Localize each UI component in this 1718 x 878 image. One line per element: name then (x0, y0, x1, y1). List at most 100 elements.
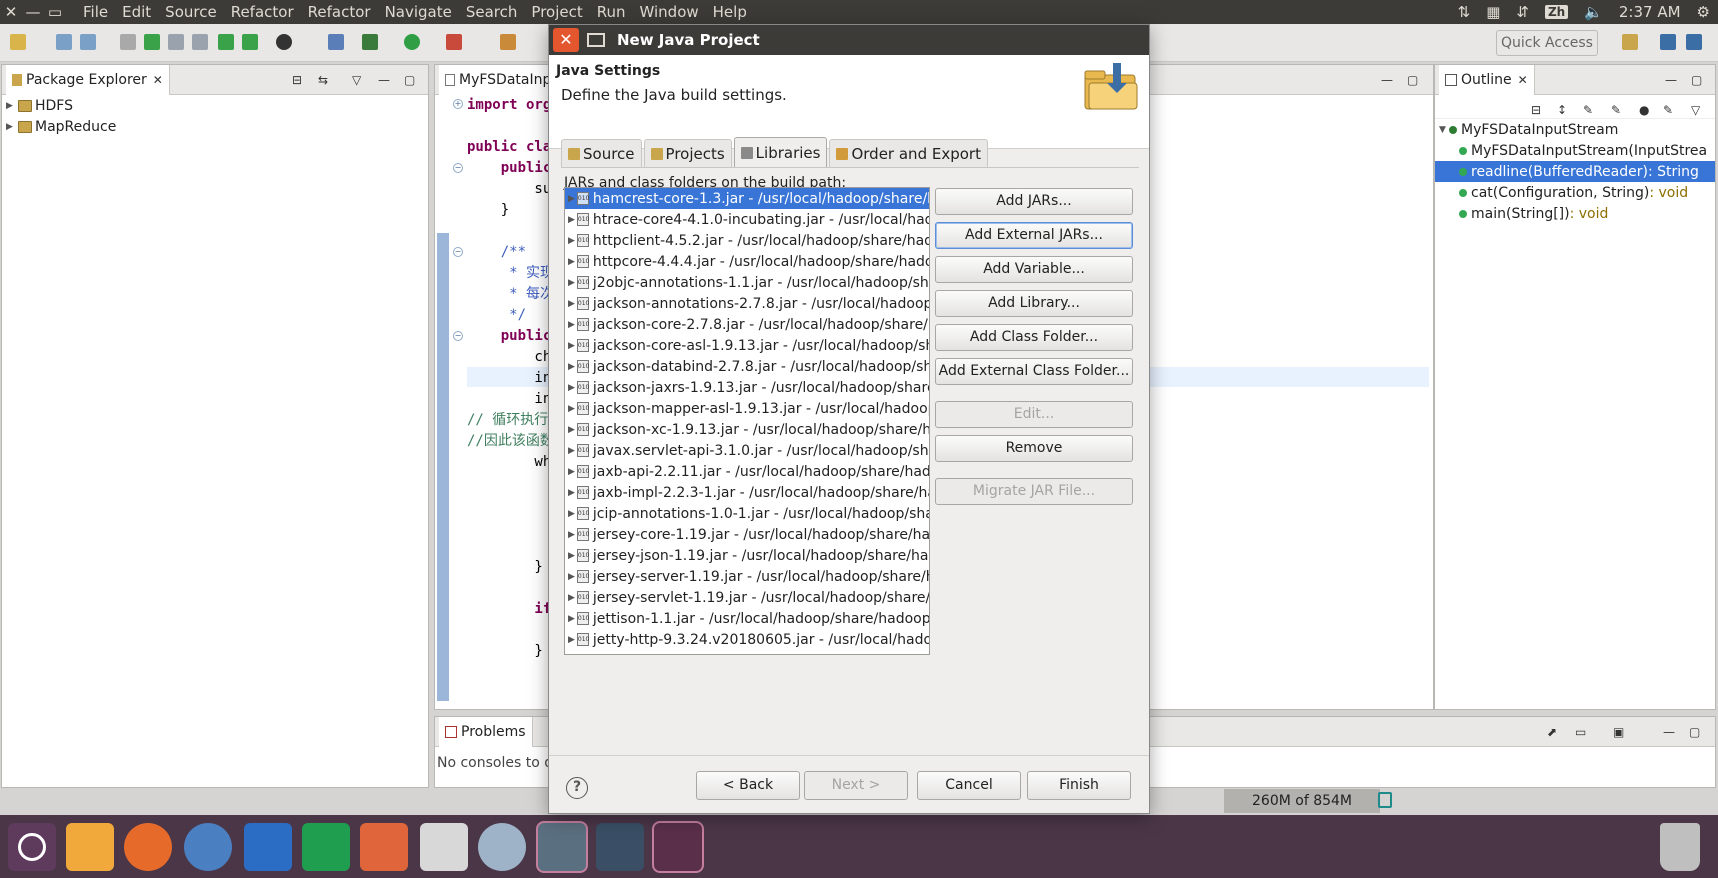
transfer-icon[interactable]: ⇅ (1458, 3, 1471, 21)
jar-row[interactable]: ▶ 010 jaxb-api-2.2.11.jar - /usr/local/had… (565, 461, 929, 482)
expand-icon[interactable]: ▶ (568, 299, 575, 309)
network-icon[interactable]: ⇵ (1516, 3, 1529, 21)
maximize-window-icon[interactable]: ▭ (44, 3, 66, 21)
remove-button[interactable]: Remove (935, 435, 1133, 462)
cancel-button[interactable]: Cancel (917, 771, 1021, 800)
open-perspective-icon[interactable] (1622, 34, 1638, 50)
close-window-icon[interactable]: ✕ (0, 3, 22, 21)
maximize-icon[interactable]: ▢ (1407, 73, 1418, 87)
ubuntu-icon[interactable] (8, 823, 56, 871)
tasks-icon[interactable] (144, 34, 160, 50)
menu-navigate[interactable]: Navigate (378, 3, 459, 21)
close-icon[interactable]: ✕ (553, 28, 579, 52)
firefox-icon[interactable] (124, 823, 172, 871)
jar-row[interactable]: ▶ 010 javax.servlet-api-3.1.0.jar - /usr/l… (565, 440, 929, 461)
fold-icon[interactable]: − (453, 163, 463, 173)
expand-icon[interactable]: ▶ (568, 551, 575, 561)
outline-member-row[interactable]: MyFSDataInputStream(InputStrea (1435, 140, 1715, 161)
hide-static-icon[interactable]: ✎ (1611, 103, 1621, 117)
minimize-icon[interactable]: — (1381, 73, 1393, 87)
pin-console-icon[interactable]: ⬈ (1547, 725, 1557, 739)
jar-row[interactable]: ▶ 010 httpcore-4.4.4.jar - /usr/local/hado… (565, 251, 929, 272)
expand-icon[interactable]: ▶ (568, 404, 575, 414)
expand-icon[interactable]: ▶ (568, 446, 575, 456)
open-console-icon[interactable]: ▣ (1613, 725, 1624, 739)
expand-icon[interactable]: ▶ (6, 122, 16, 132)
next-button[interactable]: Next > (804, 771, 908, 800)
jar-row[interactable]: ▶ 010 jackson-core-asl-1.9.13.jar - /usr/l… (565, 335, 929, 356)
menu-run[interactable]: Run (590, 3, 633, 21)
tab-outline[interactable]: Outline ✕ (1439, 64, 1535, 95)
expand-icon[interactable]: ▶ (568, 236, 575, 246)
outline-member-row[interactable]: cat(Configuration, String) : void (1435, 182, 1715, 203)
jar-row[interactable]: ▶ 010 hamcrest-core-1.3.jar - /usr/local/h… (565, 188, 929, 209)
jar-row[interactable]: ▶ 010 jersey-json-1.19.jar - /usr/local/ha… (565, 545, 929, 566)
expand-icon[interactable]: ▶ (568, 278, 575, 288)
jar-row[interactable]: ▶ 010 jetty-http-9.3.24.v20180605.jar - /u… (565, 629, 929, 650)
maximize-icon[interactable]: ▢ (1691, 73, 1702, 87)
add-external-jars-button[interactable]: Add External JARs... (935, 222, 1133, 249)
heap-status[interactable]: 260M of 854M (1224, 789, 1380, 813)
menu-help[interactable]: Help (706, 3, 754, 21)
calendar-icon[interactable]: ▦ (1486, 3, 1500, 21)
jar-row[interactable]: ▶ 010 jersey-server-1.19.jar - /usr/local/… (565, 566, 929, 587)
fold-icon[interactable]: − (453, 247, 463, 257)
tab-projects[interactable]: Projects (643, 139, 732, 167)
expand-icon[interactable]: ▶ (568, 488, 575, 498)
add-jars-button[interactable]: Add JARs... (935, 188, 1133, 215)
clock[interactable]: 2:37 AM (1619, 3, 1681, 21)
migrate-jar-button[interactable]: Migrate JAR File... (935, 478, 1133, 505)
expand-icon[interactable]: ▶ (568, 530, 575, 540)
quick-access-field[interactable]: Quick Access (1496, 30, 1598, 56)
menu-refactor-2[interactable]: Refactor (301, 3, 378, 21)
minimize-window-icon[interactable]: — (22, 3, 44, 21)
volume-icon[interactable]: 🔈 (1584, 3, 1603, 21)
menu-source[interactable]: Source (158, 3, 224, 21)
menu-file[interactable]: File (76, 3, 115, 21)
fold-icon[interactable]: − (453, 331, 463, 341)
tab-package-explorer[interactable]: Package Explorer ✕ (6, 64, 170, 95)
jar-row[interactable]: ▶ 010 jersey-core-1.19.jar - /usr/local/ha… (565, 524, 929, 545)
open-type-icon[interactable] (168, 34, 184, 50)
java-ee-perspective-icon[interactable] (1660, 34, 1676, 50)
menu-refactor[interactable]: Refactor (224, 3, 301, 21)
jar-list[interactable]: ▶ 010 hamcrest-core-1.3.jar - /usr/local/h… (564, 187, 930, 655)
add-class-folder-button[interactable]: Add Class Folder... (935, 324, 1133, 351)
menu-edit[interactable]: Edit (115, 3, 158, 21)
excel-icon[interactable] (302, 823, 350, 871)
view-menu-icon[interactable]: ▽ (352, 73, 361, 87)
add-external-class-folder-button[interactable]: Add External Class Folder... (935, 358, 1133, 385)
tab-source[interactable]: Source (561, 139, 642, 167)
eclipse-icon[interactable] (654, 823, 702, 871)
fold-icon[interactable]: + (453, 99, 463, 109)
ubuntu-kylin-icon[interactable] (420, 823, 468, 871)
add-library-button[interactable]: Add Library... (935, 290, 1133, 317)
powerpoint-icon[interactable] (360, 823, 408, 871)
run-icon[interactable] (404, 34, 420, 50)
edit-button[interactable]: Edit... (935, 401, 1133, 428)
code-area[interactable]: import org public cla public su } /** * 实… (467, 95, 554, 662)
screenshot-icon[interactable] (478, 823, 526, 871)
new-icon[interactable] (10, 34, 26, 50)
outline-class-row[interactable]: ▼ MyFSDataInputStream (1435, 119, 1715, 140)
debug-icon[interactable] (362, 34, 378, 50)
tree-item-mapreduce[interactable]: ▶ MapReduce (2, 116, 428, 137)
expand-icon[interactable]: ▶ (568, 320, 575, 330)
expand-icon[interactable]: ▶ (568, 509, 575, 519)
jar-row[interactable]: ▶ 010 jackson-core-2.7.8.jar - /usr/local/… (565, 314, 929, 335)
expand-icon[interactable]: ▶ (568, 383, 575, 393)
keyboard-layout-indicator[interactable]: Zh (1544, 5, 1569, 19)
expand-icon[interactable]: ▶ (568, 341, 575, 351)
tree-item-hdfs[interactable]: ▶ HDFS (2, 95, 428, 116)
jar-row[interactable]: ▶ 010 jaxb-impl-2.2.3-1.jar - /usr/local/h… (565, 482, 929, 503)
workspace-switcher-icon[interactable] (596, 823, 644, 871)
maximize-icon[interactable] (587, 33, 605, 47)
hide-nonpublic-icon[interactable]: ● (1639, 103, 1649, 117)
collapse-all-icon[interactable]: ⊟ (1531, 103, 1541, 117)
expand-icon[interactable]: ▶ (568, 425, 575, 435)
tab-problems[interactable]: Problems (439, 716, 533, 747)
power-icon[interactable]: ⚙ (1697, 3, 1710, 21)
word-icon[interactable] (244, 823, 292, 871)
console-icon[interactable] (192, 34, 208, 50)
jar-row[interactable]: ▶ 010 j2objc-annotations-1.1.jar - /usr/lo… (565, 272, 929, 293)
